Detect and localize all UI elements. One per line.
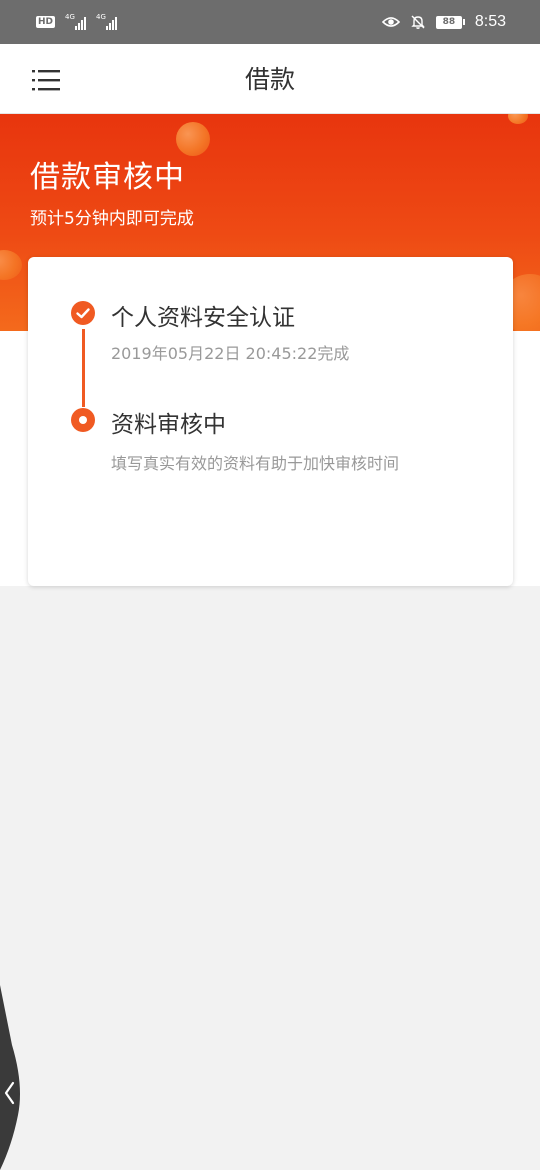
nav-bar: 借款 [0, 44, 540, 114]
signal-icon-2: 4G [96, 13, 118, 30]
status-bar: HD 4G 4G 88 8:53 [0, 0, 540, 44]
status-left: HD 4G 4G [36, 13, 118, 30]
hd-badge: HD [36, 16, 56, 28]
battery-level: 88 [435, 15, 462, 29]
banner-title: 借款审核中 [30, 160, 185, 195]
network-type-label-2: 4G [96, 13, 106, 21]
progress-dot-icon [71, 408, 95, 432]
signal-icon: 4G [65, 13, 87, 30]
step-description: 2019年05月22日 20:45:22完成 [111, 344, 350, 363]
status-right: 88 8:53 [381, 13, 506, 31]
check-icon [71, 301, 95, 325]
battery-icon: 88 [435, 15, 465, 29]
edge-back-handle[interactable] [0, 985, 28, 1170]
bell-off-icon [411, 15, 425, 29]
decorative-bubble [0, 250, 22, 280]
progress-card: 个人资料安全认证 2019年05月22日 20:45:22完成 资料审核中 填写… [28, 257, 513, 586]
status-time: 8:53 [474, 13, 506, 30]
network-type-label: 4G [65, 13, 75, 21]
step-description: 填写真实有效的资料有助于加快审核时间 [111, 454, 400, 473]
decorative-bubble [508, 114, 528, 124]
step-connector-line [82, 329, 85, 407]
banner-subtitle: 预计5分钟内即可完成 [30, 209, 194, 229]
step-title: 个人资料安全认证 [111, 305, 295, 331]
decorative-bubble [176, 122, 210, 156]
step-title: 资料审核中 [111, 412, 226, 438]
page-title: 借款 [244, 65, 295, 94]
eye-icon [381, 17, 400, 27]
